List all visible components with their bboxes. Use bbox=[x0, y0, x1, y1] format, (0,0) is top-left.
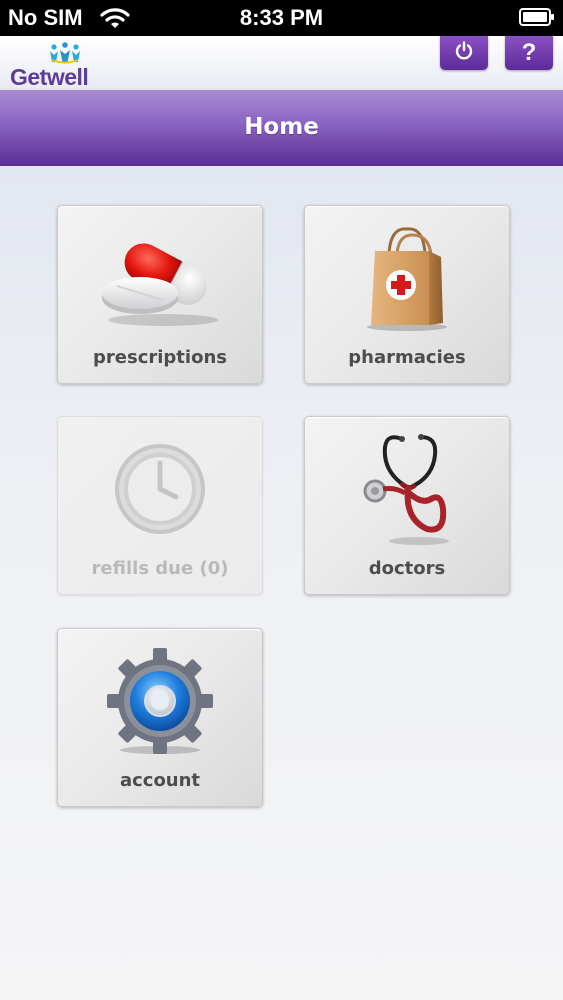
doctors-tile[interactable]: doctors bbox=[304, 416, 510, 595]
account-tile[interactable]: account bbox=[57, 628, 263, 807]
pills-icon bbox=[58, 218, 262, 338]
pharmacies-label: pharmacies bbox=[348, 347, 466, 368]
power-icon bbox=[454, 41, 474, 65]
account-label: account bbox=[119, 770, 201, 791]
page-title: Home bbox=[244, 114, 319, 140]
clock-icon bbox=[58, 429, 262, 549]
shopping-bag-icon bbox=[305, 218, 509, 338]
gear-icon bbox=[58, 641, 262, 761]
status-time: 8:33 PM bbox=[239, 5, 324, 30]
getwell-logo: Getwell bbox=[10, 42, 100, 90]
refills-due-label: refills due (0) bbox=[91, 558, 229, 579]
power-button[interactable] bbox=[440, 36, 488, 70]
prescriptions-tile[interactable]: prescriptions bbox=[57, 205, 263, 384]
refills-due-tile: refills due (0) bbox=[57, 416, 263, 595]
stethoscope-icon bbox=[305, 429, 509, 549]
battery-icon bbox=[519, 8, 555, 31]
app-header: Getwell ? bbox=[0, 36, 563, 90]
logo-text: Getwell bbox=[10, 64, 89, 90]
prescriptions-label: prescriptions bbox=[93, 347, 227, 368]
status-bar: No SIM 8:33 PM bbox=[0, 0, 563, 36]
pharmacies-tile[interactable]: pharmacies bbox=[304, 205, 510, 384]
title-bar: Home bbox=[0, 90, 563, 166]
doctors-label: doctors bbox=[368, 558, 446, 579]
help-button[interactable]: ? bbox=[505, 36, 553, 70]
help-icon: ? bbox=[521, 39, 537, 66]
